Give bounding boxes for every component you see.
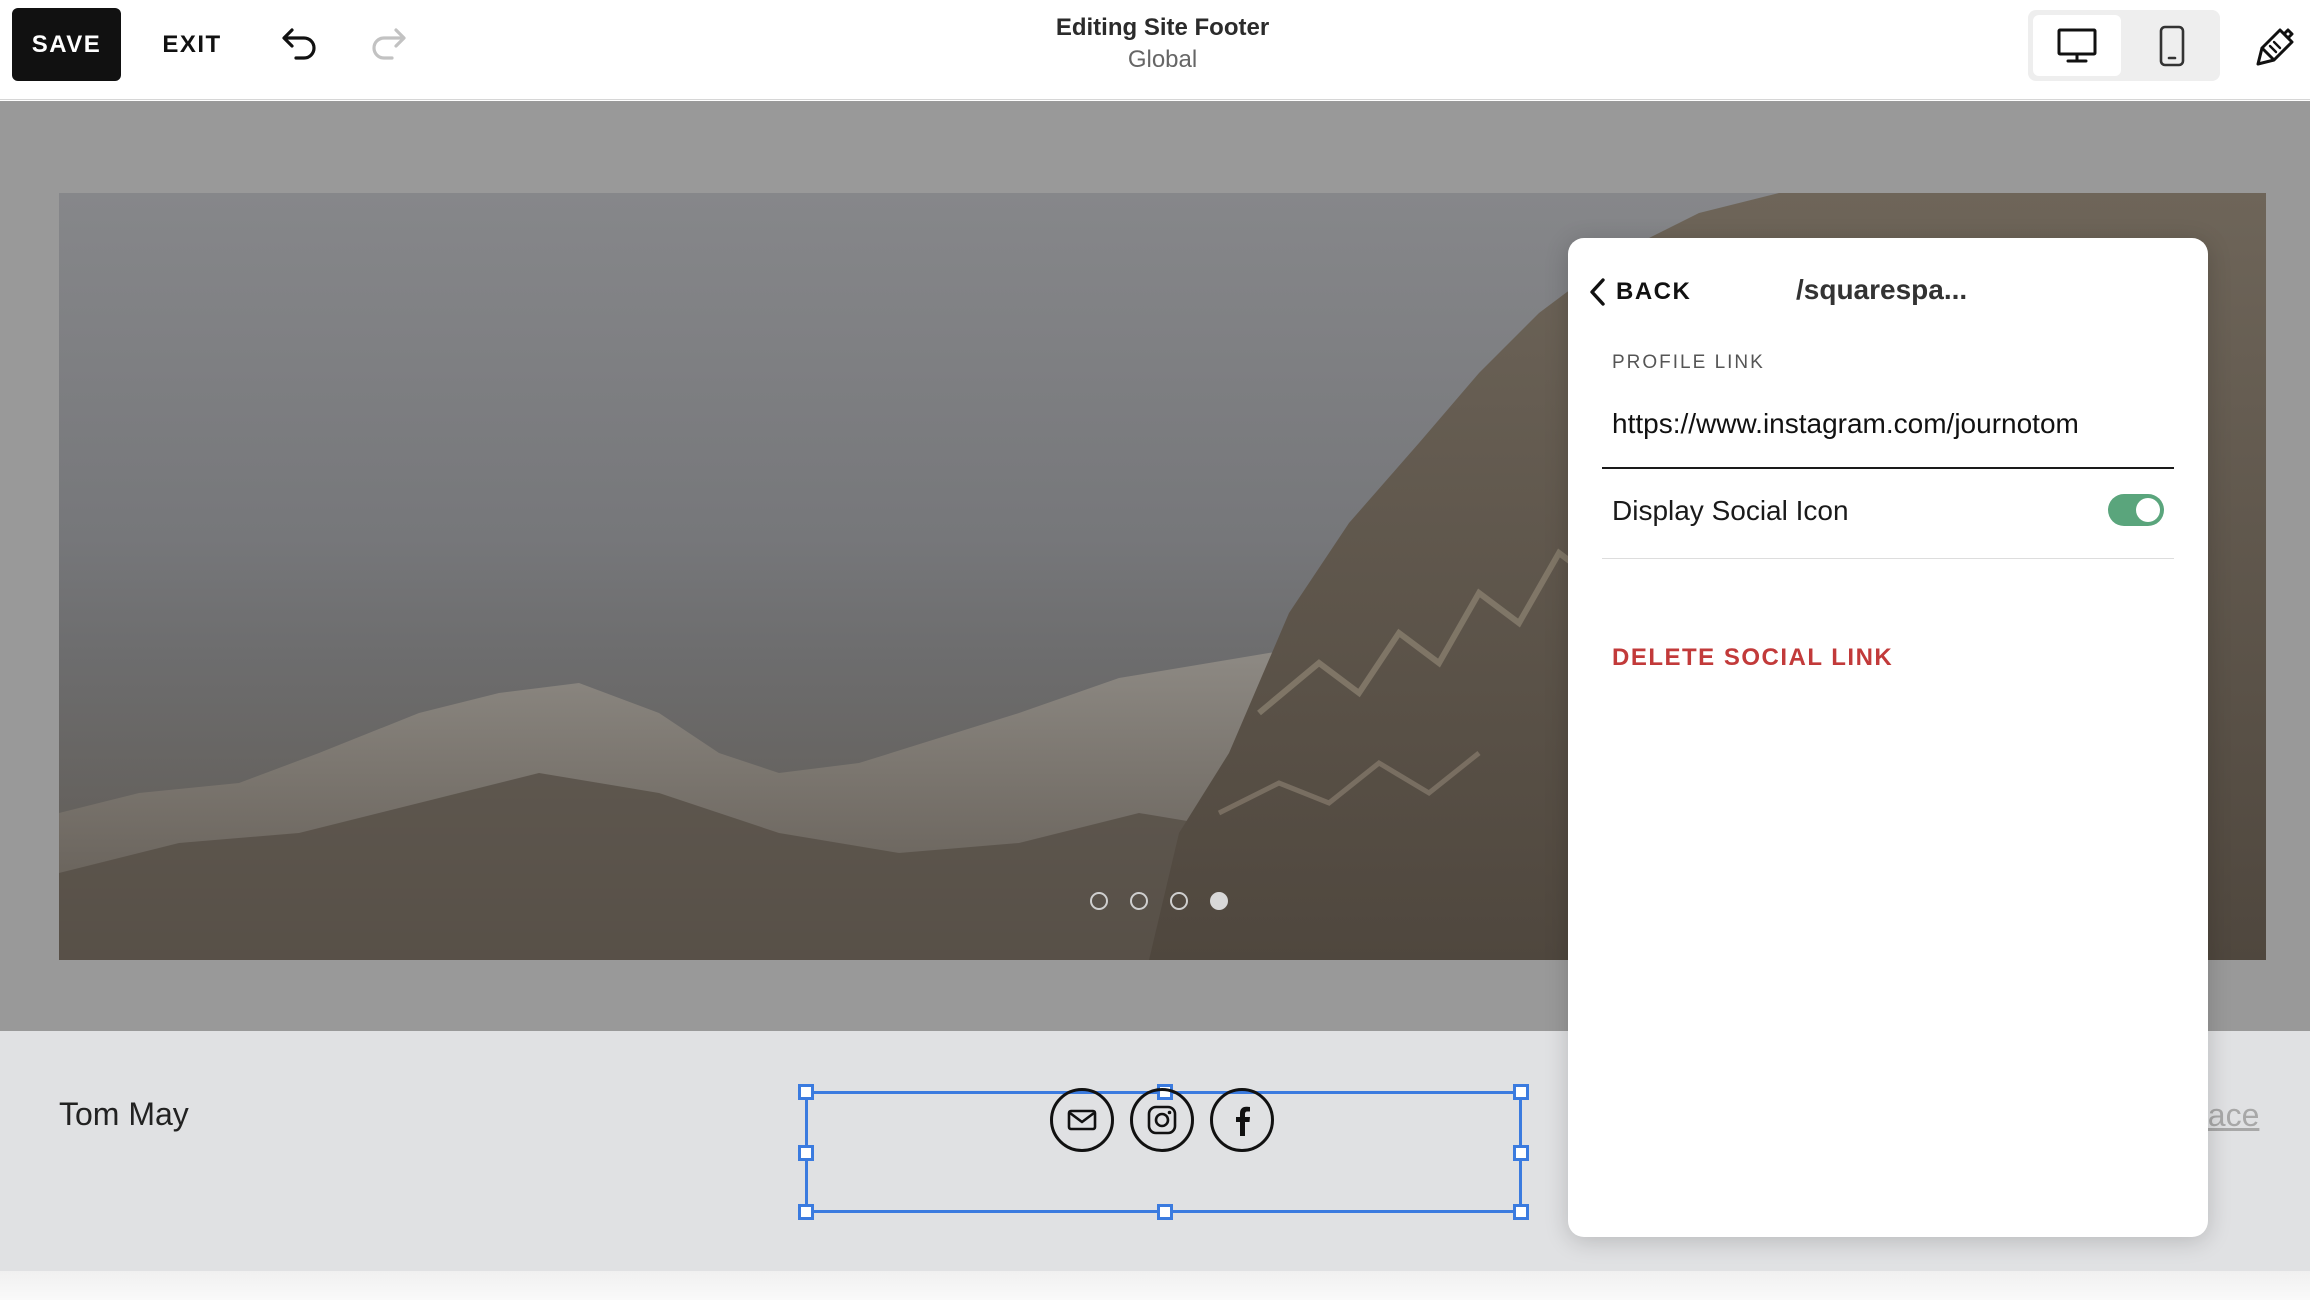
page-title: Editing Site Footer — [1055, 14, 1270, 41]
profile-link-label: PROFILE LINK — [1612, 352, 1765, 373]
slide-dot[interactable] — [1130, 892, 1148, 910]
facebook-social-button[interactable] — [1210, 1088, 1274, 1152]
exit-button[interactable]: EXIT — [150, 8, 234, 81]
display-social-icon-toggle[interactable] — [2108, 494, 2164, 526]
desktop-icon — [2057, 28, 2097, 62]
instagram-social-button[interactable] — [1130, 1088, 1194, 1152]
email-icon — [1067, 1109, 1097, 1131]
site-styles-button[interactable] — [2248, 18, 2304, 74]
paintbrush-icon — [2256, 28, 2294, 66]
facebook-icon — [1236, 1106, 1250, 1136]
resize-handle[interactable] — [1157, 1204, 1173, 1220]
resize-handle[interactable] — [1513, 1084, 1529, 1100]
social-link-panel: BACK /squarespa... PROFILE LINK Display … — [1568, 238, 2208, 1237]
back-button[interactable]: BACK — [1588, 274, 1691, 310]
resize-handle[interactable] — [798, 1204, 814, 1220]
delete-social-link-button[interactable]: DELETE SOCIAL LINK — [1612, 644, 1893, 672]
email-social-button[interactable] — [1050, 1088, 1114, 1152]
desktop-view-button[interactable] — [2033, 15, 2121, 76]
back-label: BACK — [1616, 278, 1692, 305]
footer-site-name[interactable]: Tom May — [59, 1096, 189, 1133]
undo-button[interactable] — [270, 20, 330, 68]
mobile-view-button[interactable] — [2128, 15, 2216, 76]
social-icons-row — [1050, 1088, 1274, 1152]
slide-dot-active[interactable] — [1210, 892, 1228, 910]
resize-handle[interactable] — [798, 1145, 814, 1161]
slide-dot[interactable] — [1090, 892, 1108, 910]
resize-handle[interactable] — [798, 1084, 814, 1100]
chevron-left-icon — [1590, 278, 1605, 306]
mobile-icon — [2159, 25, 2185, 66]
instagram-icon — [1147, 1105, 1177, 1135]
display-social-icon-row: Display Social Icon — [1602, 469, 2174, 559]
undo-icon — [282, 28, 316, 60]
profile-link-input[interactable] — [1612, 402, 2152, 446]
toggle-knob — [2136, 498, 2160, 522]
panel-title: /squarespa... — [1796, 274, 1968, 305]
page-bottom-edge — [0, 1271, 2310, 1300]
save-button[interactable]: SAVE — [12, 8, 121, 81]
redo-button[interactable] — [358, 20, 418, 68]
device-view-toggle — [2028, 10, 2220, 81]
resize-handle[interactable] — [1513, 1204, 1529, 1220]
page-subtitle: Global — [1127, 46, 1198, 73]
slideshow-dots — [1090, 892, 1228, 910]
editor-toolbar: SAVE EXIT Editing Site Footer Global — [0, 0, 2310, 100]
editing-title: Editing Site Footer Global — [950, 12, 1375, 76]
redo-icon — [372, 28, 406, 60]
display-social-icon-label: Display Social Icon — [1612, 495, 1849, 526]
slide-dot[interactable] — [1170, 892, 1188, 910]
resize-handle[interactable] — [1513, 1145, 1529, 1161]
